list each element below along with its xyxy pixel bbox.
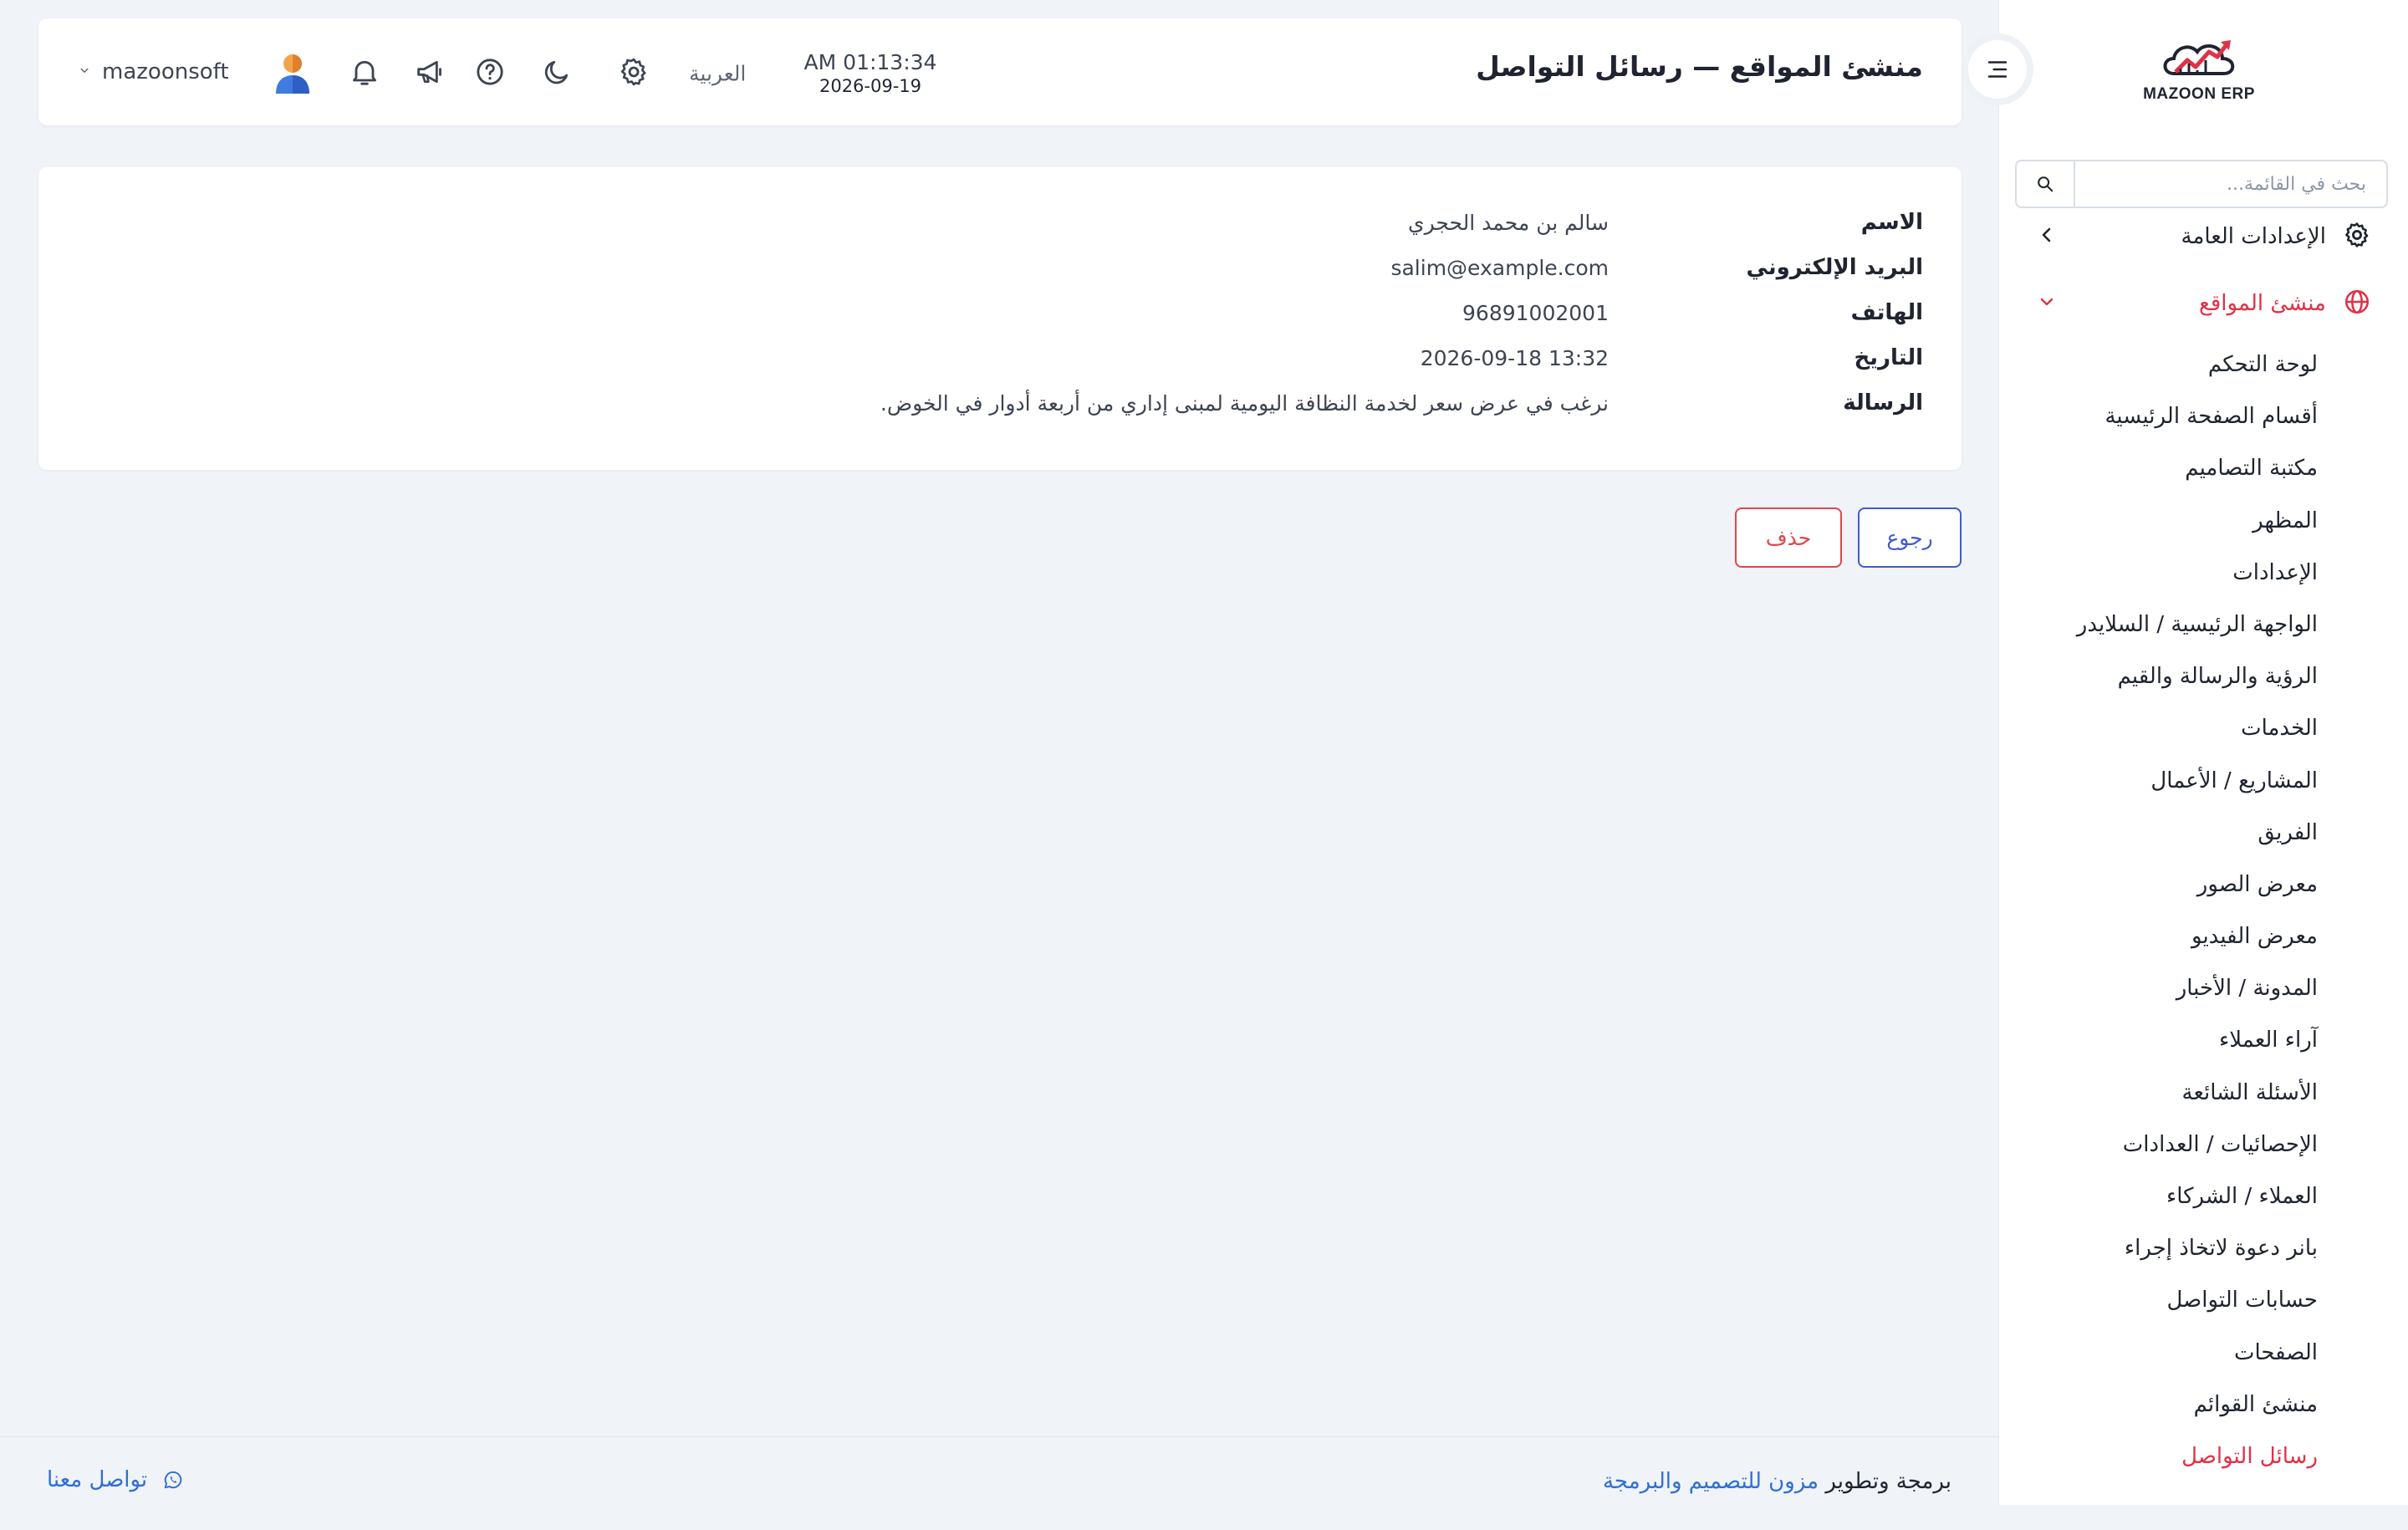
sidebar-submenu: لوحة التحكم أقسام الصفحة الرئيسية مكتبة ال… — [2077, 339, 2318, 1482]
moon-icon — [544, 60, 569, 84]
sidebar-item[interactable]: الصفحات — [2077, 1327, 2318, 1379]
chevron-left-icon — [2037, 225, 2057, 248]
sidebar-search — [2015, 160, 2388, 208]
message-detail-card: الاسم سالم بن محمد الحجري البريد الإلكترون… — [38, 167, 1962, 470]
sidebar-item[interactable]: أقسام الصفحة الرئيسية — [2077, 390, 2318, 442]
settings-button[interactable] — [610, 18, 657, 125]
detail-field: الرسالة نرغب في عرض سعر لخدمة النظافة الي… — [84, 386, 1923, 420]
notifications-button[interactable] — [341, 18, 388, 125]
sidebar-item[interactable]: الإحصائيات / العدادات — [2077, 1119, 2318, 1170]
gear-icon — [2343, 221, 2371, 252]
contact-us-label: تواصل معنا — [47, 1467, 148, 1492]
field-label: الرسالة — [1843, 390, 1923, 416]
sidebar-item[interactable]: الرؤية والرسالة والقيم — [2077, 650, 2318, 702]
clock: AM 01:13:34 2026-09-19 — [791, 50, 950, 96]
whatsapp-icon — [164, 1471, 182, 1489]
field-value: سالم بن محمد الحجري — [1408, 210, 1609, 235]
menu-lines-icon — [1987, 61, 2008, 78]
search-button[interactable] — [2017, 161, 2075, 207]
sidebar-search-input[interactable] — [2075, 161, 2386, 207]
field-label: التاريخ — [1854, 345, 1923, 370]
chevron-down-icon — [2037, 292, 2057, 315]
field-value: 96891002001 — [1462, 300, 1609, 325]
sidebar-item[interactable]: معرض الفيديو — [2077, 910, 2318, 962]
globe-icon — [2343, 288, 2371, 319]
sidebar-group-general-settings[interactable]: الإعدادات العامة — [2037, 213, 2371, 260]
sidebar-item[interactable]: المظهر — [2077, 495, 2318, 547]
megaphone-icon — [417, 60, 441, 84]
sidebar-item[interactable]: الواجهة الرئيسية / السلايدر — [2077, 599, 2318, 650]
page-title: منشئ المواقع — رسائل التواصل — [1476, 50, 1923, 83]
chevron-down-icon — [77, 63, 92, 81]
back-button[interactable]: رجوع — [1858, 507, 1962, 568]
sidebar-item[interactable]: الفريق — [2077, 807, 2318, 859]
user-menu[interactable]: mazoonsoft — [77, 18, 316, 125]
sidebar-toggle[interactable] — [1962, 33, 2033, 105]
sidebar-item[interactable]: لوحة التحكم — [2077, 339, 2318, 390]
bell-icon — [353, 60, 376, 85]
footer-credit-link[interactable]: مزون للتصميم والبرمجة — [1603, 1469, 1819, 1494]
help-button[interactable] — [467, 18, 513, 125]
footer-credit-prefix: برمجة وتطوير — [1825, 1469, 1951, 1494]
gear-icon — [620, 58, 646, 86]
sidebar-item[interactable]: آراء العملاء — [2077, 1014, 2318, 1066]
sidebar-toggle-inner — [1968, 40, 2027, 99]
dark-mode-toggle[interactable] — [533, 18, 580, 125]
field-label: البريد الإلكتروني — [1746, 255, 1923, 280]
detail-field: الاسم سالم بن محمد الحجري — [84, 206, 1923, 239]
field-value: نرغب في عرض سعر لخدمة النظافة اليومية لم… — [880, 390, 1609, 416]
clock-date: 2026-09-19 — [819, 76, 922, 96]
avatar-icon — [275, 54, 309, 94]
footer: برمجة وتطوير مزون للتصميم والبرمجة تواصل… — [0, 1436, 1998, 1530]
sidebar-item[interactable]: الإعدادات — [2077, 547, 2318, 599]
field-value: 2026-09-18 13:32 — [1420, 345, 1609, 370]
sidebar-item[interactable]: الأسئلة الشائعة — [2077, 1067, 2318, 1119]
brand-logo[interactable]: MAZOON ERP — [2140, 35, 2258, 110]
field-label: الاسم — [1860, 210, 1923, 235]
sidebar-item[interactable]: منشئ القوائم — [2077, 1379, 2318, 1431]
sidebar-item[interactable]: مكتبة التصاميم — [2077, 442, 2318, 494]
sidebar: MAZOON ERP الإعدادات العامة منشئ المواقع… — [1998, 0, 2408, 1505]
logo-icon — [2163, 40, 2235, 75]
sidebar-group-label: الإعدادات العامة — [2181, 224, 2326, 249]
delete-button[interactable]: حذف — [1735, 507, 1842, 568]
clock-time: AM 01:13:34 — [804, 50, 937, 74]
help-circle-icon — [477, 59, 503, 85]
sidebar-group-label: منشئ المواقع — [2198, 291, 2326, 316]
field-label: الهاتف — [1850, 300, 1923, 325]
footer-credit: برمجة وتطوير مزون للتصميم والبرمجة — [1603, 1469, 1951, 1494]
sidebar-item[interactable]: معرض الصور — [2077, 859, 2318, 910]
sidebar-item[interactable]: حسابات التواصل — [2077, 1274, 2318, 1326]
sidebar-item[interactable]: العملاء / الشركاء — [2077, 1170, 2318, 1222]
field-value: salim@example.com — [1390, 255, 1609, 280]
detail-field: الهاتف 96891002001 — [84, 296, 1923, 329]
username: mazoonsoft — [102, 59, 229, 84]
announcements-button[interactable] — [406, 18, 453, 125]
top-header: منشئ المواقع — رسائل التواصل AM 01:13:34… — [38, 18, 1962, 125]
detail-field: البريد الإلكتروني salim@example.com — [84, 251, 1923, 284]
sidebar-item[interactable]: رسائل التواصل — [2077, 1431, 2318, 1482]
contact-us-link[interactable]: تواصل معنا — [47, 1467, 184, 1492]
sidebar-item[interactable]: بانر دعوة لاتخاذ إجراء — [2077, 1222, 2318, 1274]
sidebar-item[interactable]: الخدمات — [2077, 702, 2318, 754]
logo-text: MAZOON ERP — [2143, 85, 2255, 103]
detail-field: التاريخ 2026-09-18 13:32 — [84, 341, 1923, 375]
sidebar-group-site-builder[interactable]: منشئ المواقع — [2037, 280, 2371, 327]
language-switcher[interactable]: العربية — [689, 62, 746, 86]
search-icon — [2038, 176, 2053, 192]
sidebar-item[interactable]: المدونة / الأخبار — [2077, 962, 2318, 1014]
sidebar-item[interactable]: المشاريع / الأعمال — [2077, 755, 2318, 807]
